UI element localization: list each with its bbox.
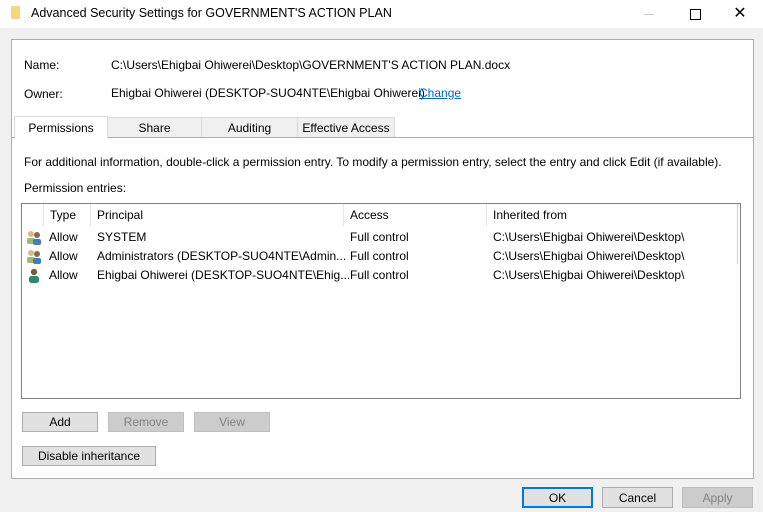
table-row[interactable]: Allow Ehigbai Ohiwerei (DESKTOP-SUO4NTE\… — [22, 266, 740, 285]
name-value: C:\Users\Ehigbai Ohiwerei\Desktop\GOVERN… — [111, 58, 511, 72]
minimize-icon — [644, 13, 654, 15]
cancel-button[interactable]: Cancel — [602, 487, 673, 508]
group-users-icon — [27, 250, 41, 264]
maximize-icon — [689, 8, 701, 20]
owner-label: Owner: — [24, 87, 63, 101]
add-button[interactable]: Add — [22, 412, 98, 432]
column-header-type[interactable]: Type — [43, 204, 90, 226]
column-header-principal[interactable]: Principal — [90, 204, 343, 226]
table-row[interactable]: Allow Administrators (DESKTOP-SUO4NTE\Ad… — [22, 247, 740, 266]
group-users-icon — [27, 231, 41, 245]
entry-type: Allow — [49, 230, 78, 244]
entry-access: Full control — [350, 268, 409, 282]
entry-principal: Administrators (DESKTOP-SUO4NTE\Admin... — [97, 249, 347, 263]
name-label: Name: — [24, 58, 60, 72]
tab-share[interactable]: Share — [107, 117, 202, 137]
list-header: Type Principal Access Inherited from — [22, 204, 740, 226]
tab-auditing[interactable]: Auditing — [201, 117, 298, 137]
view-button[interactable]: View — [194, 412, 270, 432]
entry-principal: SYSTEM — [97, 230, 147, 244]
ok-button[interactable]: OK — [522, 487, 593, 508]
table-row[interactable]: Allow SYSTEM Full control C:\Users\Ehigb… — [22, 228, 740, 247]
column-header-inherited-from[interactable]: Inherited from — [486, 204, 736, 226]
maximize-button[interactable] — [672, 0, 718, 28]
close-icon: ✕ — [733, 5, 747, 22]
entry-inherited-from: C:\Users\Ehigbai Ohiwerei\Desktop\ — [493, 230, 685, 244]
change-owner-link[interactable]: Change — [419, 86, 461, 100]
entry-type: Allow — [49, 249, 78, 263]
entry-type: Allow — [49, 268, 78, 282]
tabs-divider — [12, 137, 753, 138]
settings-panel: Name: C:\Users\Ehigbai Ohiwerei\Desktop\… — [11, 39, 754, 479]
owner-value: Ehigbai Ohiwerei (DESKTOP-SUO4NTE\Ehigba… — [111, 86, 425, 100]
permission-entries-label: Permission entries: — [24, 181, 127, 195]
permission-entries-list[interactable]: Type Principal Access Inherited from All… — [21, 203, 741, 399]
tab-permissions[interactable]: Permissions — [14, 116, 108, 138]
entry-access: Full control — [350, 230, 409, 244]
title-bar: Advanced Security Settings for GOVERNMEN… — [0, 0, 763, 28]
entry-access: Full control — [350, 249, 409, 263]
column-header-access[interactable]: Access — [343, 204, 486, 226]
folder-icon — [11, 6, 20, 19]
entry-inherited-from: C:\Users\Ehigbai Ohiwerei\Desktop\ — [493, 249, 685, 263]
disable-inheritance-button[interactable]: Disable inheritance — [22, 446, 156, 466]
tab-effective-access[interactable]: Effective Access — [297, 117, 395, 137]
window-title: Advanced Security Settings for GOVERNMEN… — [31, 6, 392, 20]
single-user-icon — [29, 268, 39, 283]
close-button[interactable]: ✕ — [717, 0, 763, 28]
minimize-button[interactable] — [626, 0, 672, 28]
entry-principal: Ehigbai Ohiwerei (DESKTOP-SUO4NTE\Ehig..… — [97, 268, 351, 282]
remove-button[interactable]: Remove — [108, 412, 184, 432]
instructions-text: For additional information, double-click… — [24, 155, 722, 169]
entry-inherited-from: C:\Users\Ehigbai Ohiwerei\Desktop\ — [493, 268, 685, 282]
apply-button[interactable]: Apply — [682, 487, 753, 508]
